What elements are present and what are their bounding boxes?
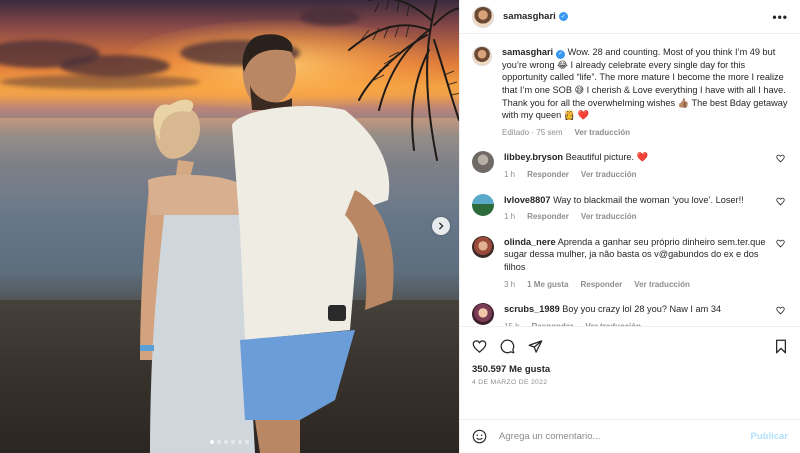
carousel-indicator (0, 440, 459, 444)
comment-time[interactable]: 1 h (504, 211, 515, 224)
couple-figures (140, 34, 394, 453)
caption-translate-link[interactable]: Ver traducción (574, 127, 630, 140)
commenter-avatar[interactable] (472, 193, 494, 216)
post-date[interactable]: 4 DE MARZO DE 2022 (472, 379, 788, 386)
publish-button[interactable]: Publicar (751, 431, 789, 442)
carousel-dot[interactable] (231, 440, 235, 444)
comment-item: lvlove8807 Way to blackmail the woman ‘y… (472, 193, 788, 224)
carousel-dot[interactable] (210, 440, 214, 444)
comment-username[interactable]: lvlove8807 (504, 195, 551, 205)
caption-text: Wow. 28 and counting. Most of you think … (502, 47, 788, 121)
caption-username[interactable]: samasghari (502, 47, 553, 57)
comment-reply-link[interactable]: Responder (527, 211, 569, 224)
likes-count[interactable]: 350.597 Me gusta (472, 364, 788, 375)
comment-username[interactable]: olinda_nere (504, 237, 556, 247)
comments-section: samasghari ✓ Wow. 28 and counting. Most o… (460, 34, 800, 326)
comment-time[interactable]: 3 h (504, 279, 515, 292)
commenter-avatar[interactable] (472, 235, 494, 258)
comment-reply-link[interactable]: Responder (527, 169, 569, 182)
comment-translate-link[interactable]: Ver traducción (581, 169, 637, 182)
carousel-dot[interactable] (224, 440, 228, 444)
post-side-panel: samasghari ✓ ••• samasghari ✓ Wow. 28 and… (459, 0, 800, 453)
post-photo[interactable] (0, 0, 459, 453)
comment-composer: Publicar (460, 419, 800, 453)
comment-item: olinda_nere Aprenda a ganhar seu próprio… (472, 235, 788, 292)
carousel-dot[interactable] (217, 440, 221, 444)
comment-list: libbey.bryson Beautiful picture. ❤️ 1 h … (472, 151, 788, 326)
comment-item: scrubs_1989 Boy you crazy lol 28 you? Na… (472, 303, 788, 326)
carousel-dot[interactable] (245, 440, 249, 444)
comment-translate-link[interactable]: Ver traducción (581, 211, 637, 224)
comment-likes[interactable]: 1 Me gusta (527, 279, 568, 292)
heart-icon[interactable] (776, 303, 788, 326)
comment-username[interactable]: libbey.bryson (504, 152, 563, 162)
save-icon[interactable] (774, 339, 788, 354)
emoji-icon[interactable] (472, 429, 487, 444)
post-header: samasghari ✓ ••• (460, 0, 800, 34)
author-username[interactable]: samasghari (503, 11, 556, 22)
heart-icon[interactable] (776, 194, 788, 224)
chevron-right-icon (438, 222, 444, 230)
comment-input[interactable] (499, 431, 739, 442)
caption: samasghari ✓ Wow. 28 and counting. Most o… (472, 46, 788, 139)
more-options-icon[interactable]: ••• (772, 10, 788, 24)
comment-username[interactable]: scrubs_1989 (504, 304, 560, 314)
commenter-avatar[interactable] (472, 151, 494, 174)
instagram-post-view: samasghari ✓ ••• samasghari ✓ Wow. 28 and… (0, 0, 800, 453)
verified-badge-icon: ✓ (556, 49, 566, 59)
comment-item: libbey.bryson Beautiful picture. ❤️ 1 h … (472, 151, 788, 181)
carousel-dot[interactable] (238, 440, 242, 444)
heart-icon[interactable] (776, 236, 788, 291)
verified-badge-icon: ✓ (558, 12, 568, 21)
commenter-avatar[interactable] (472, 303, 494, 326)
carousel-next-button[interactable] (432, 217, 450, 235)
comment-time[interactable]: 1 h (504, 169, 515, 182)
comment-icon[interactable] (500, 339, 515, 354)
share-icon[interactable] (528, 339, 543, 354)
post-actions: 350.597 Me gusta 4 DE MARZO DE 2022 (460, 326, 800, 419)
heart-icon[interactable] (776, 151, 788, 181)
comment-text: Boy you crazy lol 28 you? Naw I am 34 (562, 304, 722, 315)
caption-edited: Editado · 75 sem (502, 127, 563, 137)
author-avatar[interactable] (472, 46, 492, 66)
comment-translate-link[interactable]: Ver traducción (634, 279, 690, 292)
heart-icon[interactable] (472, 339, 487, 354)
comment-text: Beautiful picture. ❤️ (565, 152, 649, 163)
comment-text: Way to blackmail the woman ‘you love’. L… (553, 194, 744, 205)
comment-reply-link[interactable]: Responder (580, 279, 622, 292)
author-avatar[interactable] (472, 5, 494, 28)
